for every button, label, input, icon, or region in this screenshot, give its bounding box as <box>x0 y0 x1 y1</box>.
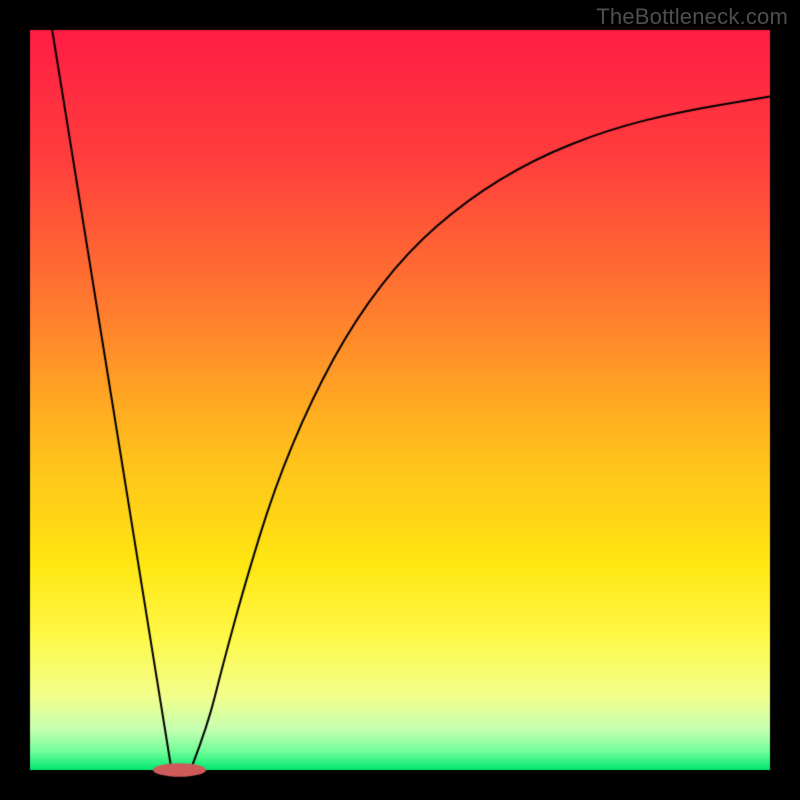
watermark-text: TheBottleneck.com <box>596 4 788 30</box>
figure-container: TheBottleneck.com <box>0 0 800 800</box>
bottleneck-chart <box>0 0 800 800</box>
